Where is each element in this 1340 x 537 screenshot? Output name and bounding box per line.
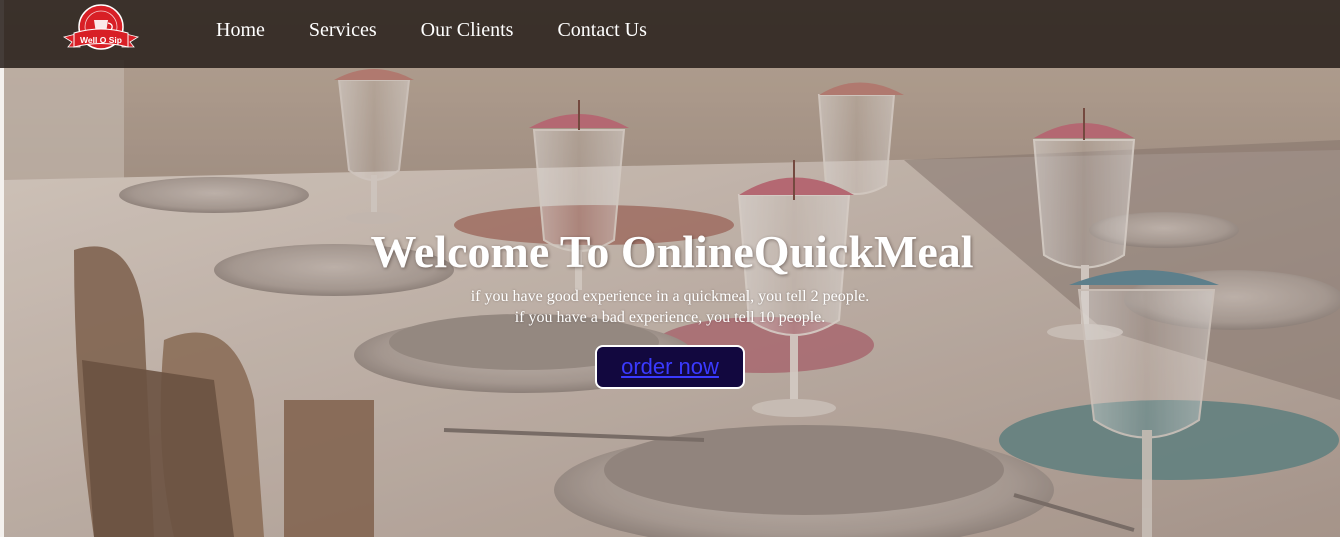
top-navbar: Well O Sip Home Services Our Clients Con… [0, 0, 1340, 68]
nav-services-link[interactable]: Services [309, 19, 377, 42]
nav-links: Home Services Our Clients Contact Us [216, 0, 691, 60]
order-now-button[interactable]: order now [595, 345, 745, 389]
logo-wordmark: Well O Sip [80, 35, 122, 45]
nav-contact-us-link[interactable]: Contact Us [557, 19, 646, 42]
hero-content: Welcome To OnlineQuickMeal if you have g… [0, 224, 1340, 389]
hero-subtitle-line-2: if you have a bad experience, you tell 1… [514, 309, 826, 326]
hero-subtitle-line-1: if you have good experience in a quickme… [470, 288, 870, 305]
hero-title: Welcome To OnlineQuickMeal [370, 226, 974, 277]
hero-subtitle: if you have good experience in a quickme… [0, 286, 1340, 328]
nav-home-link[interactable]: Home [216, 19, 265, 42]
well-o-sip-logo[interactable]: Well O Sip [58, 3, 144, 53]
page: Well O Sip Home Services Our Clients Con… [0, 0, 1340, 537]
nav-our-clients-link[interactable]: Our Clients [421, 19, 514, 42]
